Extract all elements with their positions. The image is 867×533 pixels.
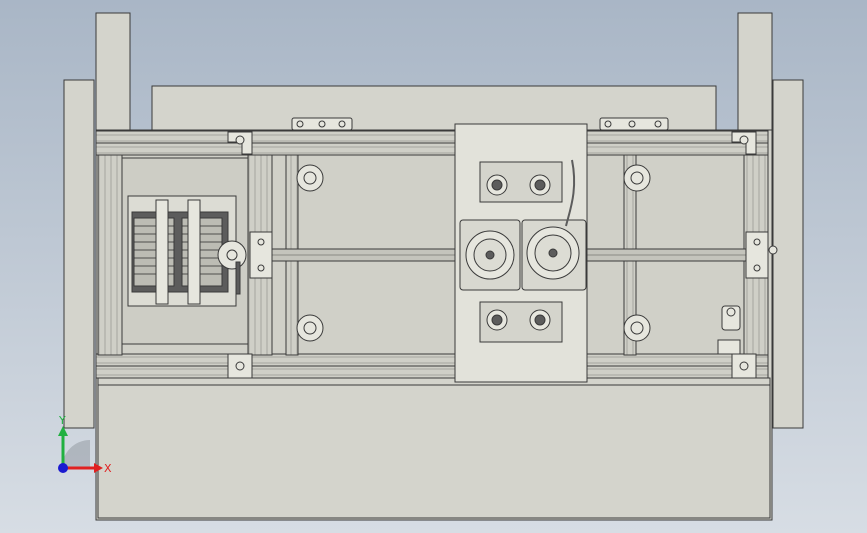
cad-drawing: Y X xyxy=(0,0,867,533)
y-axis-label: Y xyxy=(58,414,66,427)
right-post xyxy=(737,12,773,132)
x-axis-label: X xyxy=(104,462,112,475)
motor-assembly-icon xyxy=(121,157,249,345)
spur-gear-icon xyxy=(217,240,247,270)
right-side-plate xyxy=(772,79,804,429)
cad-viewport[interactable]: Y X xyxy=(0,0,867,533)
left-side-plate xyxy=(63,79,95,429)
left-upright-1 xyxy=(97,154,123,356)
lower-plate xyxy=(97,377,771,519)
left-post xyxy=(95,12,131,132)
